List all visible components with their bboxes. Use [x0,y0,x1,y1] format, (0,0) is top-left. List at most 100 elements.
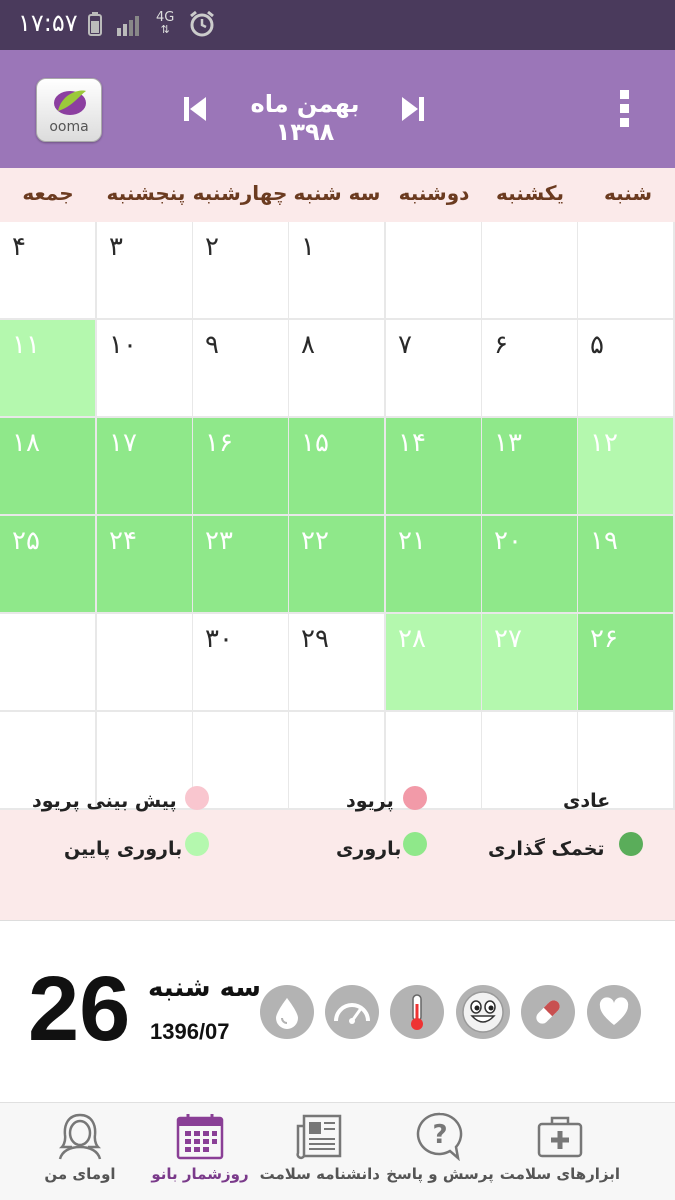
calendar-day-cell[interactable]: ۲ [193,222,288,318]
calendar-day-cell[interactable]: ۲۲ [289,516,384,612]
weekday-sun: یکشنبه [496,181,564,205]
today-day-name: سه شنبه [148,973,261,1003]
weekday-mon: دوشنبه [398,181,470,205]
thermometer-icon[interactable] [390,985,444,1039]
calendar-day-cell[interactable]: ۲۹ [289,614,384,710]
calendar-day-cell[interactable]: ۲۸ [386,614,481,710]
calendar-empty-cell [482,222,577,318]
calendar-day-cell[interactable]: ۳ [97,222,192,318]
heart-icon[interactable] [587,985,641,1039]
calendar-day-number: ۱۵ [301,428,329,458]
calendar-day-cell[interactable]: ۹ [193,320,288,416]
calendar-empty-cell [386,712,481,808]
calendar-day-cell[interactable]: ۱۴ [386,418,481,514]
calendar-day-number: ۲۷ [494,624,522,654]
nav-health-tools[interactable]: ابزارهای سلامت [500,1103,620,1200]
woman-avatar-icon [58,1113,102,1160]
calendar-day-cell[interactable]: ۱۳ [482,418,577,514]
weekday-wed: چهارشنبه [192,181,288,205]
nav-questions-label: پرسش و پاسخ [386,1165,494,1183]
overflow-menu-icon[interactable] [612,86,636,134]
calendar-day-number: ۱۴ [398,428,426,458]
network-4g-icon: 4G ⇅ [156,10,175,36]
calendar-day-cell[interactable]: ۲۶ [578,614,673,710]
calendar-day-number: ۲۳ [205,526,233,556]
leaf-icon [54,90,86,115]
calendar-day-cell[interactable]: ۱۶ [193,418,288,514]
status-time: ۱۷:۵۷ [18,9,78,37]
calendar-day-cell[interactable]: ۱ [289,222,384,318]
nav-questions[interactable]: ? پرسش و پاسخ [380,1103,500,1200]
calendar-day-cell[interactable]: ۶ [482,320,577,416]
pill-icon[interactable] [521,985,575,1039]
calendar-day-number: ۱۹ [590,526,618,556]
calendar-empty-cell [578,222,673,318]
skip-back-icon [184,97,206,121]
calendar-day-cell[interactable]: ۱۵ [289,418,384,514]
calendar-empty-cell [97,614,192,710]
today-panel: 26 سه شنبه 1396/07 [0,920,675,1102]
calendar-day-cell[interactable]: ۱۲ [578,418,673,514]
today-date: 1396/07 [150,1019,230,1044]
calendar-day-number: ۶ [494,330,508,360]
calendar-day-number: ۱۶ [205,428,233,458]
nav-health-encyclopedia-label: دانشنامه سلامت [259,1165,380,1183]
weekday-tue: سه شنبه [293,181,381,205]
calendar-day-number: ۹ [205,330,219,360]
calendar-day-cell[interactable]: ۲۴ [97,516,192,612]
calendar-day-cell[interactable]: ۱۹ [578,516,673,612]
calendar-icon [176,1114,224,1160]
calendar-day-number: ۱۸ [12,428,40,458]
water-drop-icon[interactable] [260,985,314,1039]
calendar-day-cell[interactable]: ۱۸ [0,418,95,514]
calendar-day-cell[interactable]: ۲۷ [482,614,577,710]
legend-ovulation-label: تخمک گذاری [488,838,605,860]
nav-health-encyclopedia[interactable]: دانشنامه سلامت [260,1103,380,1200]
calendar-day-number: ۲۹ [301,624,329,654]
calendar-day-cell[interactable]: ۱۷ [97,418,192,514]
today-day-number: 26 [28,958,131,1060]
calendar-day-number: ۲۱ [398,526,426,556]
nav-calendar[interactable]: روزشمار بانو [140,1103,260,1200]
calendar-day-cell[interactable]: ۲۱ [386,516,481,612]
weekday-thu: پنجشنبه [106,181,186,205]
calendar-empty-cell [386,222,481,318]
calendar-day-number: ۱۱ [12,330,40,360]
calendar-day-cell[interactable]: ۲۰ [482,516,577,612]
signal-icon [116,12,142,36]
nav-my-profile-label: اومای من [44,1165,116,1183]
nav-health-tools-label: ابزارهای سلامت [499,1165,620,1183]
scale-icon[interactable] [325,985,379,1039]
calendar-day-cell[interactable]: ۱۱ [0,320,95,416]
calendar-day-cell[interactable]: ۸ [289,320,384,416]
calendar-day-number: ۴ [12,232,26,262]
calendar-day-cell[interactable]: ۱۰ [97,320,192,416]
calendar-day-cell[interactable]: ۷ [386,320,481,416]
calendar-day-cell[interactable]: ۵ [578,320,673,416]
status-bar: ۱۷:۵۷ 4G ⇅ [0,0,675,50]
app-bar: ooma بهمن ماه ۱۳۹۸ [0,50,675,168]
weekday-fri: جمعه [22,181,74,205]
first-aid-kit-icon [537,1116,583,1158]
calendar-day-number: ۲۰ [494,526,522,556]
nav-my-profile[interactable]: اومای من [20,1103,140,1200]
svg-text:?: ? [432,1120,447,1150]
legend-normal-label: عادی [563,790,611,812]
calendar-day-cell[interactable]: ۴ [0,222,95,318]
calendar-grid: ۱ ۲ ۳ ۴ ۵ ۶ ۷ ۸ ۹ ۱۰ ۱۱ ۱۲ ۱۳ ۱۴ ۱۵ ۱۶ ۱۷ ۱۸ ۱۹ ۲۰ ۲۱ ۲۲ ۲۳ ۲۴ ۲… [0,222,675,810]
prev-month-button[interactable] [182,94,210,124]
smiley-icon[interactable] [456,985,510,1039]
month-title: بهمن ماه ۱۳۹۸ [250,90,360,146]
logo-text: ooma [49,119,89,135]
next-month-button[interactable] [398,94,426,124]
legend: عادی پریود پیش بینی پریود تخمک گذاری بار… [0,786,675,920]
calendar-day-number: ۲۴ [109,526,137,556]
calendar-day-cell[interactable]: ۲۳ [193,516,288,612]
legend-ovulation-dot [619,832,643,856]
calendar-day-cell[interactable]: ۲۵ [0,516,95,612]
calendar-day-number: ۱۳ [494,428,522,458]
bottom-nav: ابزارهای سلامت ? پرسش و پاسخ دانشنامه سل… [0,1102,675,1200]
app-logo[interactable]: ooma [36,78,102,142]
calendar-day-number: ۷ [398,330,412,360]
calendar-day-cell[interactable]: ۳۰ [193,614,288,710]
